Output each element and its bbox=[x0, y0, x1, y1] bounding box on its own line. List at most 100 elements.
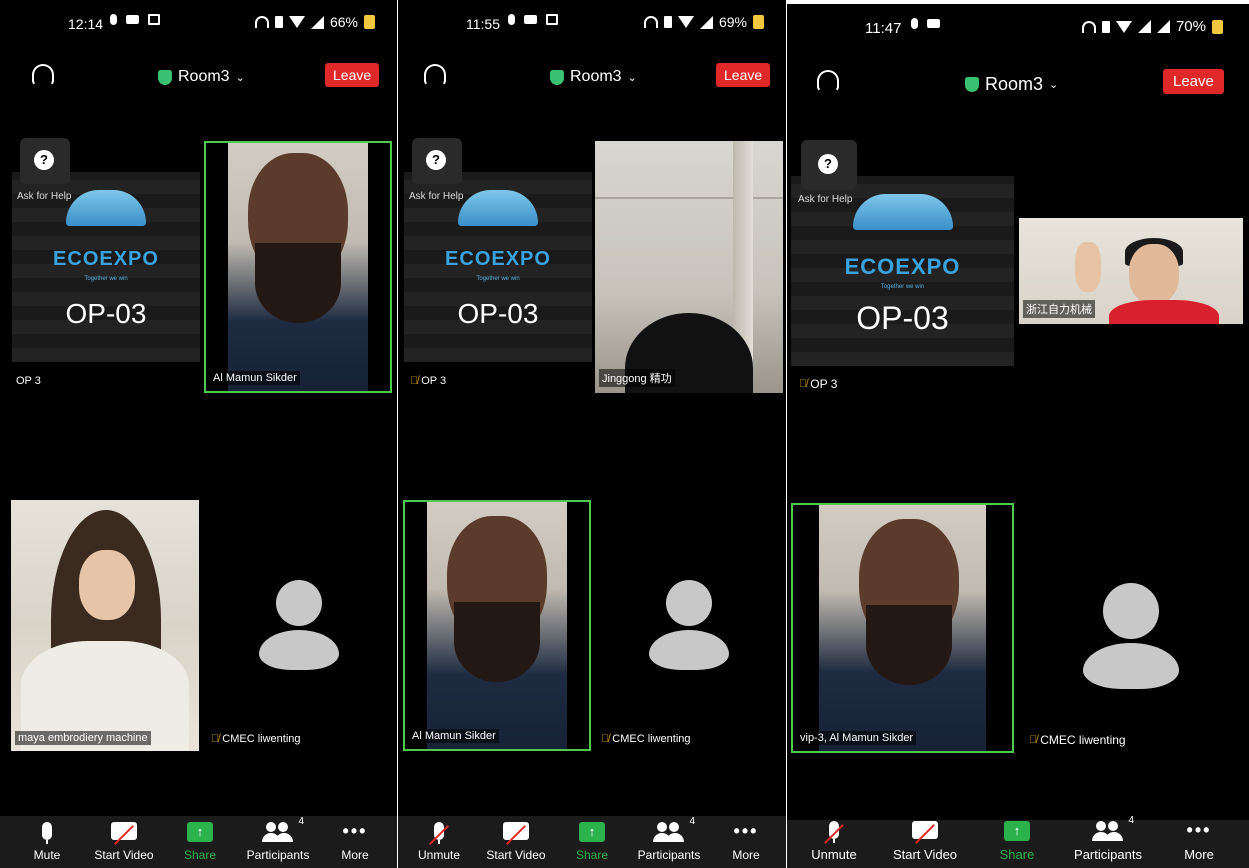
room-name: Room3 bbox=[570, 68, 622, 85]
unmute-button[interactable]: Unmute bbox=[399, 822, 479, 862]
participants-button[interactable]: 4 Participants bbox=[1068, 815, 1148, 862]
participant-beard bbox=[255, 243, 341, 323]
ask-for-help-button[interactable]: ? bbox=[412, 138, 462, 184]
tile-name-text: CMEC liwenting bbox=[1040, 733, 1126, 747]
video-tile-active-speaker[interactable]: vip-3, Al Mamun Sikder bbox=[791, 503, 1014, 753]
status-time: 11:47 bbox=[865, 20, 902, 37]
question-icon: ? bbox=[818, 154, 838, 174]
mute-button[interactable]: Mute bbox=[7, 822, 87, 862]
signal-status-icon-2 bbox=[1156, 20, 1170, 33]
camera-status-icon bbox=[126, 15, 139, 24]
start-video-button[interactable]: Start Video bbox=[885, 821, 965, 862]
battery-percent: 70% bbox=[1175, 18, 1206, 35]
participants-count: 4 bbox=[1128, 815, 1134, 826]
ask-for-help-button[interactable]: ? bbox=[20, 138, 70, 184]
muted-mic-icon: 🎙̸ bbox=[601, 733, 610, 745]
status-right-icons: 66% bbox=[254, 14, 375, 30]
more-label: More bbox=[341, 848, 369, 862]
video-tile-participant[interactable]: Jinggong 精功 bbox=[595, 141, 783, 393]
mute-label: Mute bbox=[33, 848, 61, 862]
avatar-tile[interactable]: 🎙̸ CMEC liwenting bbox=[1019, 503, 1243, 753]
camera-status-icon bbox=[524, 15, 537, 24]
share-arrow-icon: ↑ bbox=[977, 821, 1057, 843]
more-label: More bbox=[732, 848, 760, 862]
tile-name-bar: Jinggong 精功 bbox=[599, 369, 675, 387]
image-status-icon bbox=[148, 14, 160, 25]
avatar-tile[interactable]: 🎙̸ CMEC liwenting bbox=[205, 500, 393, 751]
participant-beard bbox=[866, 605, 953, 685]
question-icon: ? bbox=[426, 150, 446, 170]
audio-headset-icon[interactable] bbox=[817, 70, 839, 92]
ceiling-line bbox=[595, 197, 783, 199]
ask-for-help-label: Ask for Help bbox=[17, 191, 72, 202]
signal-status-icon bbox=[310, 15, 324, 29]
tile-name-op3: 🎙̸ OP 3 bbox=[410, 375, 446, 387]
participants-label: Participants bbox=[1074, 847, 1142, 862]
share-button[interactable]: ↑ Share bbox=[552, 822, 632, 862]
audio-headset-icon[interactable] bbox=[32, 64, 54, 86]
participants-icon: 4 bbox=[629, 816, 709, 844]
video-tile-participant[interactable]: 浙江自力机械 bbox=[1019, 218, 1243, 324]
meeting-top-bar: Room3 ⌄ Leave bbox=[787, 64, 1249, 104]
ask-for-help-button[interactable]: ? bbox=[801, 140, 857, 190]
leave-button[interactable]: Leave bbox=[716, 63, 771, 87]
more-button[interactable]: ••• More bbox=[315, 822, 395, 862]
meeting-toolbar: Unmute Start Video ↑ Share 4 Participant… bbox=[398, 816, 786, 868]
start-video-button[interactable]: Start Video bbox=[84, 822, 164, 862]
avatar-head bbox=[276, 580, 322, 626]
headphone-status-icon bbox=[254, 16, 269, 28]
default-avatar-icon bbox=[595, 580, 783, 680]
more-dots-icon: ••• bbox=[1186, 820, 1212, 840]
default-avatar-icon bbox=[205, 580, 393, 680]
secure-shield-icon bbox=[965, 77, 979, 92]
phone-screenshot-2: 11:55 69% Room3 ⌄ Leave ECOEXPO Together… bbox=[398, 0, 786, 868]
battery-percent: 69% bbox=[718, 14, 747, 30]
tile-name-op3: 🎙̸ OP 3 bbox=[799, 377, 837, 391]
battery-percent: 66% bbox=[329, 14, 358, 30]
leave-button[interactable]: Leave bbox=[1163, 69, 1224, 94]
share-button[interactable]: ↑ Share bbox=[977, 821, 1057, 862]
tile-name-bar: vip-3, Al Mamun Sikder bbox=[797, 731, 917, 745]
vibrate-status-icon bbox=[663, 16, 672, 28]
room-selector[interactable]: Room3 ⌄ bbox=[158, 68, 245, 86]
start-video-button[interactable]: Start Video bbox=[476, 822, 556, 862]
share-label: Share bbox=[183, 848, 217, 862]
mic-muted-icon bbox=[399, 822, 479, 845]
wifi-status-icon bbox=[288, 16, 305, 28]
expo-code: OP-03 bbox=[457, 298, 539, 329]
room-name: Room3 bbox=[178, 68, 230, 85]
room-selector[interactable]: Room3 ⌄ bbox=[550, 68, 637, 86]
room-selector[interactable]: Room3 ⌄ bbox=[965, 74, 1058, 95]
video-tile-participant[interactable]: maya embrodiery machine bbox=[11, 500, 199, 751]
participants-button[interactable]: 4 Participants bbox=[629, 816, 709, 862]
mic-status-icon bbox=[110, 14, 117, 25]
unmute-button[interactable]: Unmute bbox=[794, 821, 874, 862]
more-button[interactable]: ••• More bbox=[1159, 821, 1239, 862]
avatar-body bbox=[259, 630, 339, 670]
video-tile-active-speaker[interactable]: Al Mamun Sikder bbox=[403, 500, 591, 751]
muted-mic-icon: 🎙̸ bbox=[211, 733, 220, 745]
status-time: 12:14 bbox=[68, 16, 104, 32]
mic-muted-icon bbox=[794, 821, 874, 844]
mic-status-icon bbox=[911, 18, 918, 29]
meeting-toolbar: Unmute Start Video ↑ Share 4 Participant… bbox=[787, 815, 1249, 868]
more-button[interactable]: ••• More bbox=[706, 822, 786, 862]
expo-logo-text: ECOEXPO bbox=[445, 248, 551, 270]
status-left-icons bbox=[911, 18, 940, 29]
battery-icon bbox=[753, 15, 764, 29]
avatar-tile[interactable]: 🎙̸ CMEC liwenting bbox=[595, 500, 783, 751]
share-button[interactable]: ↑ Share bbox=[160, 822, 240, 862]
participants-button[interactable]: 4 Participants bbox=[238, 816, 318, 862]
leave-button[interactable]: Leave bbox=[325, 63, 380, 87]
meeting-toolbar: Mute Start Video ↑ Share 4 Participants … bbox=[0, 816, 397, 868]
battery-icon bbox=[364, 15, 375, 29]
video-tile-active-speaker[interactable]: Al Mamun Sikder bbox=[204, 141, 392, 393]
tile-name-label: 🎙̸ CMEC liwenting bbox=[1029, 733, 1126, 747]
tile-name-text: CMEC liwenting bbox=[612, 733, 691, 745]
participant-face bbox=[1129, 244, 1179, 304]
audio-headset-icon[interactable] bbox=[424, 64, 446, 86]
participants-label: Participants bbox=[246, 848, 310, 862]
tile-name-text: CMEC liwenting bbox=[222, 733, 301, 745]
status-left-icons bbox=[110, 14, 160, 25]
avatar-body bbox=[1083, 643, 1179, 689]
